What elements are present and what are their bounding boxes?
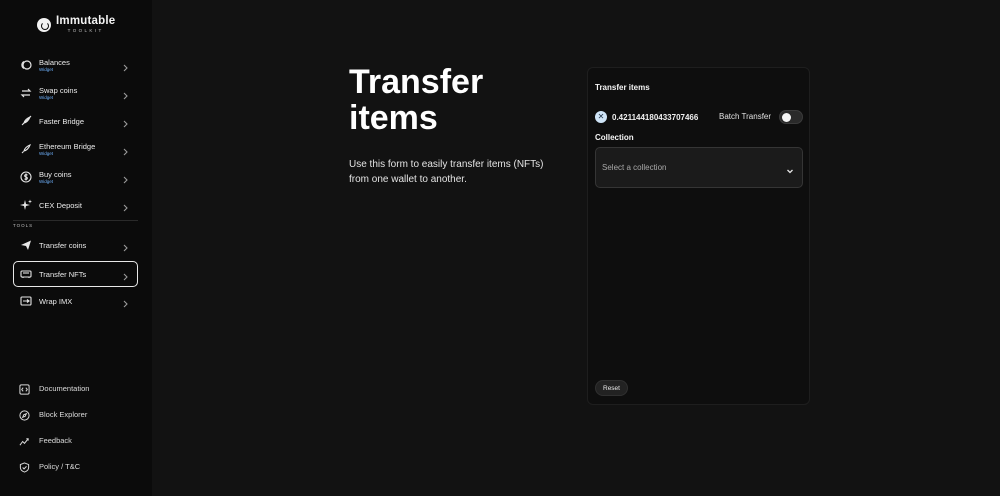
sidebar-item-label: Transfer coins xyxy=(39,240,87,250)
code-icon xyxy=(19,382,31,395)
chevron-down-icon xyxy=(785,163,795,174)
collection-select[interactable]: Select a collection xyxy=(595,147,803,188)
chevron-right-icon xyxy=(120,200,130,212)
sidebar-item-balances[interactable]: Balances Widget xyxy=(13,52,138,78)
sidebar-item-transfer-nfts[interactable]: Transfer NFTs xyxy=(13,261,138,287)
tools-section-label: TOOLS xyxy=(13,223,34,228)
sidebar-item-wrap-imx[interactable]: Wrap IMX xyxy=(13,288,138,314)
immutable-logo-icon xyxy=(37,17,51,32)
widget-badge: Widget xyxy=(39,178,54,184)
imx-token-icon: ✕ xyxy=(595,111,607,123)
footer-link-policy[interactable]: Policy / T&C xyxy=(13,457,138,475)
collection-select-placeholder: Select a collection xyxy=(602,163,667,172)
footer-link-documentation[interactable]: Documentation xyxy=(13,379,138,397)
footer-link-feedback[interactable]: Feedback xyxy=(13,431,138,449)
batch-transfer-label: Batch Transfer xyxy=(719,112,772,121)
sidebar-item-label: Buy coins xyxy=(39,169,72,179)
rocket-icon xyxy=(19,142,32,155)
chevron-right-icon xyxy=(120,296,130,308)
chevron-right-icon xyxy=(120,240,130,252)
toggle-knob xyxy=(782,113,791,122)
page-description: Use this form to easily transfer items (… xyxy=(349,159,544,185)
sidebar: Immutable TOOLKIT Balances Widget Swap c… xyxy=(0,0,152,496)
reset-button[interactable]: Reset xyxy=(595,380,628,396)
coins-icon xyxy=(19,58,32,71)
balance-row: ✕ 0.421144180433707466 Batch Transfer xyxy=(595,110,803,124)
chevron-right-icon xyxy=(120,269,130,281)
app-name: Immutable xyxy=(56,15,116,27)
sidebar-item-label: Balances xyxy=(39,57,70,67)
page-title: Transfer items xyxy=(349,63,484,137)
sidebar-item-faster-bridge[interactable]: Faster Bridge xyxy=(13,108,138,134)
widget-badge: Widget xyxy=(39,94,54,100)
sidebar-item-label: CEX Deposit xyxy=(39,200,82,210)
sidebar-item-swap-coins[interactable]: Swap coins Widget xyxy=(13,80,138,106)
sidebar-item-label: Transfer NFTs xyxy=(39,269,87,279)
wrap-icon xyxy=(19,294,32,307)
chevron-right-icon xyxy=(120,144,130,156)
sidebar-item-label: Ethereum Bridge xyxy=(39,141,96,151)
swap-icon xyxy=(19,86,32,99)
sidebar-item-label: Faster Bridge xyxy=(39,116,85,126)
collection-label: Collection xyxy=(595,133,634,142)
footer-link-label: Policy / T&C xyxy=(39,461,81,471)
sidebar-item-transfer-coins[interactable]: Transfer coins xyxy=(13,232,138,258)
sidebar-item-ethereum-bridge[interactable]: Ethereum Bridge Widget xyxy=(13,136,138,162)
send-icon xyxy=(19,238,32,251)
compass-icon xyxy=(19,408,31,421)
rocket-icon xyxy=(19,114,32,127)
widget-badge: Widget xyxy=(39,66,54,72)
chevron-right-icon xyxy=(120,172,130,184)
chevron-right-icon xyxy=(120,116,130,128)
card-title: Transfer items xyxy=(595,83,650,92)
sidebar-item-label: Swap coins xyxy=(39,85,78,95)
footer-link-label: Block Explorer xyxy=(39,409,88,419)
footer-link-block-explorer[interactable]: Block Explorer xyxy=(13,405,138,423)
transfer-items-card: Transfer items ✕ 0.421144180433707466 Ba… xyxy=(587,67,810,405)
imx-balance: 0.421144180433707466 xyxy=(612,112,699,122)
footer-link-label: Documentation xyxy=(39,383,90,393)
widget-badge: Widget xyxy=(39,150,54,156)
app-subtitle: TOOLKIT xyxy=(67,28,104,33)
sparkle-icon xyxy=(19,198,32,211)
sidebar-item-cex-deposit[interactable]: CEX Deposit xyxy=(13,192,138,218)
batch-transfer-toggle[interactable] xyxy=(779,110,803,124)
footer-link-label: Feedback xyxy=(39,435,72,445)
feedback-icon xyxy=(19,434,31,446)
sidebar-divider xyxy=(13,220,138,221)
sidebar-item-label: Wrap IMX xyxy=(39,296,73,306)
sidebar-item-buy-coins[interactable]: Buy coins Widget xyxy=(13,164,138,190)
app-logo[interactable]: Immutable TOOLKIT xyxy=(37,15,115,34)
chevron-right-icon xyxy=(120,88,130,100)
dollar-icon xyxy=(19,170,32,183)
chevron-right-icon xyxy=(120,60,130,72)
shield-icon xyxy=(19,460,31,473)
card-icon xyxy=(19,267,32,280)
